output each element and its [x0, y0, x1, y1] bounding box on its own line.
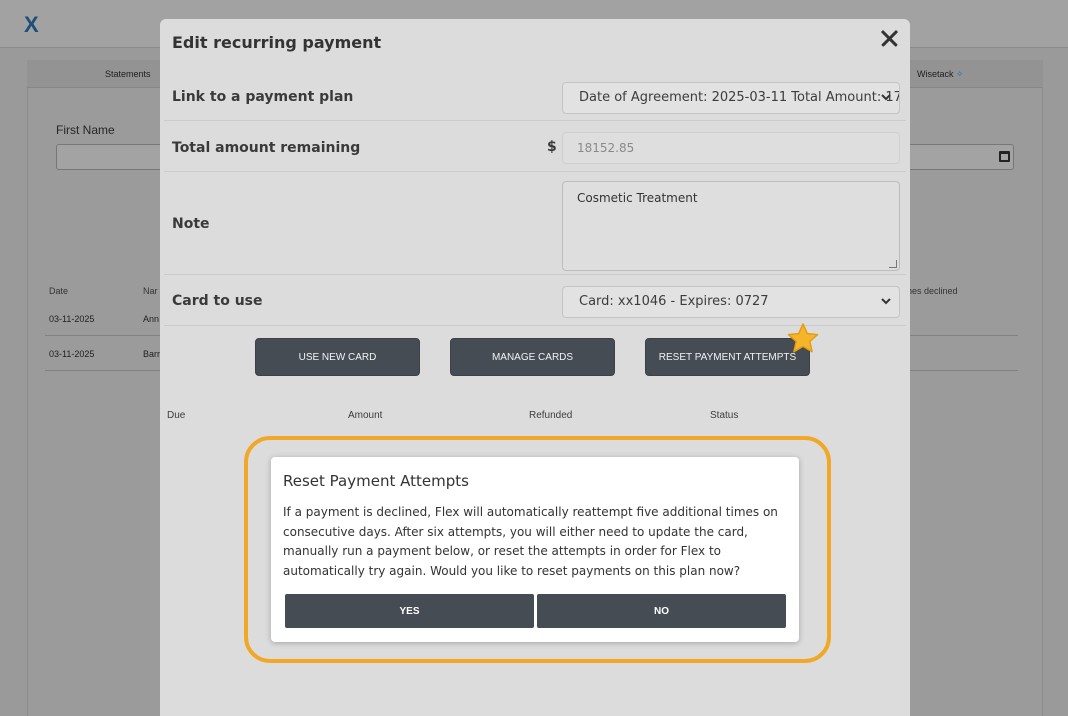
payment-plan-value: Date of Agreement: 2025-03-11 Total Amou…: [579, 90, 900, 105]
total-remaining-row: Total amount remaining $ 18152.85: [164, 120, 906, 171]
total-remaining-field: 18152.85: [562, 132, 900, 164]
use-new-card-button[interactable]: USE NEW CARD: [255, 338, 420, 376]
resize-grip-icon[interactable]: [889, 260, 897, 268]
no-button[interactable]: NO: [537, 594, 786, 628]
date-input[interactable]: [900, 144, 1014, 170]
bg-col-date: Date: [49, 286, 69, 296]
modal-title: Edit recurring payment: [172, 33, 382, 52]
bg-row-date: 03-11-2025: [49, 314, 95, 324]
bg-col-name: Nar: [143, 286, 158, 296]
sparkle-icon: ✧: [956, 69, 964, 79]
col-refunded: Refunded: [529, 410, 573, 421]
tab-wisetack[interactable]: Wisetack ✧: [917, 69, 964, 80]
calendar-icon[interactable]: [999, 151, 1010, 162]
app-logo[interactable]: X: [24, 12, 39, 38]
tab-statements[interactable]: Statements: [105, 69, 151, 79]
card-label: Card to use: [172, 293, 263, 309]
reset-attempts-dialog: Reset Payment Attempts If a payment is d…: [271, 457, 799, 642]
close-icon[interactable]: [876, 25, 904, 53]
payment-plan-select[interactable]: Date of Agreement: 2025-03-11 Total Amou…: [562, 82, 900, 114]
star-icon: [787, 323, 819, 353]
chevron-down-icon: [881, 298, 891, 305]
bg-row-name: Barr: [143, 349, 161, 359]
bg-row-date: 03-11-2025: [49, 349, 95, 359]
note-textarea[interactable]: Cosmetic Treatment: [562, 181, 900, 271]
total-remaining-label: Total amount remaining: [172, 140, 361, 156]
col-amount: Amount: [348, 410, 383, 421]
first-name-input[interactable]: [56, 144, 176, 170]
note-label: Note: [172, 216, 210, 232]
note-row: Note Cosmetic Treatment: [164, 171, 906, 275]
card-row: Card to use Card: xx1046 - Expires: 0727: [164, 274, 906, 326]
card-value: Card: xx1046 - Expires: 0727: [579, 294, 769, 309]
bg-col-declined: nes declined: [907, 286, 958, 296]
tab-wisetack-label: Wisetack: [917, 69, 954, 79]
total-remaining-value: 18152.85: [577, 141, 635, 155]
currency-symbol: $: [547, 139, 557, 155]
bg-row-name: Ann: [143, 314, 160, 324]
manage-cards-button[interactable]: MANAGE CARDS: [450, 338, 615, 376]
note-value: Cosmetic Treatment: [577, 191, 698, 205]
link-plan-row: Link to a payment plan Date of Agreement…: [164, 69, 906, 121]
yes-button[interactable]: YES: [285, 594, 534, 628]
chevron-down-icon: [881, 94, 891, 101]
dialog-message: If a payment is declined, Flex will auto…: [283, 505, 778, 578]
col-due: Due: [167, 410, 186, 421]
link-plan-label: Link to a payment plan: [172, 89, 354, 105]
first-name-label: First Name: [56, 123, 115, 137]
dialog-title: Reset Payment Attempts: [283, 472, 469, 490]
col-status: Status: [710, 410, 739, 421]
card-select[interactable]: Card: xx1046 - Expires: 0727: [562, 286, 900, 318]
